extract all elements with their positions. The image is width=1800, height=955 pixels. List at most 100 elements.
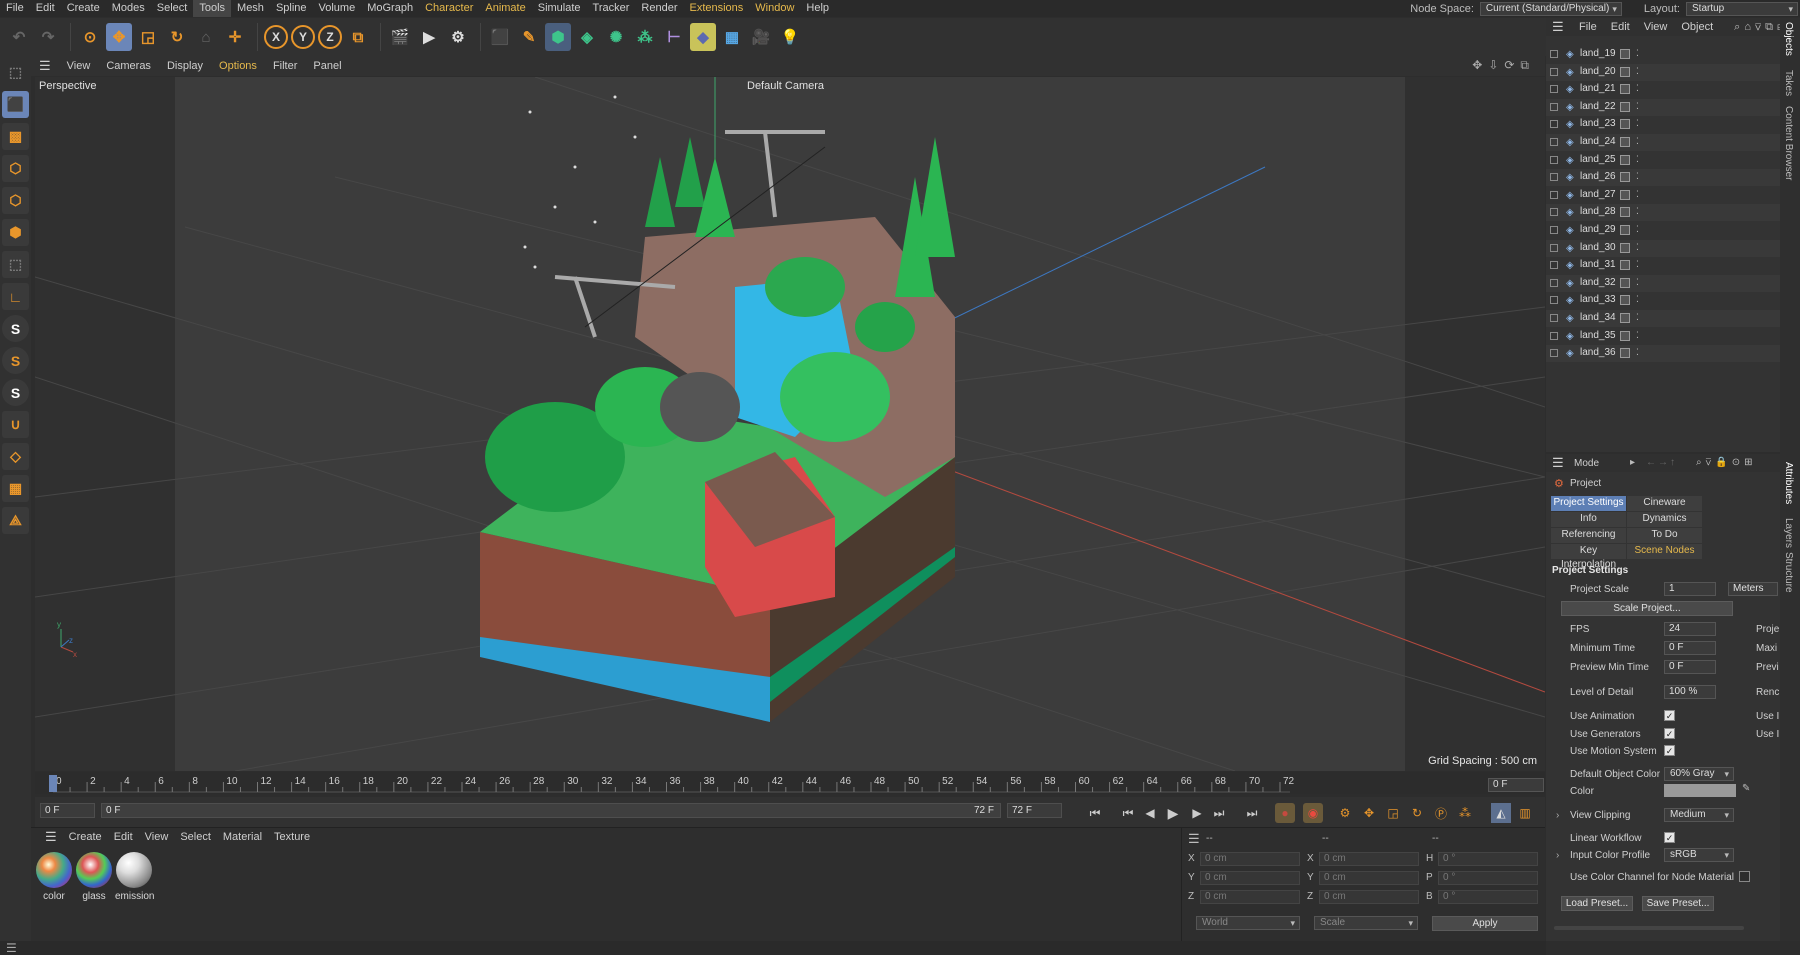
mograph-icon[interactable]: ⁂: [632, 23, 658, 51]
expand-icon[interactable]: [1550, 50, 1558, 58]
expand-icon[interactable]: [1550, 102, 1558, 111]
timeline-ruler[interactable]: 0 2 4 6 8 10 12 14 16 18 20 22 24 26 28 30 32 34 36 38 40 42 4…: [35, 772, 1545, 794]
object-menu-object[interactable]: Object: [1674, 21, 1720, 33]
layer-icon[interactable]: [1620, 242, 1630, 253]
y-axis-icon[interactable]: Y: [291, 25, 315, 49]
side-tab-content-browser[interactable]: Content Browser: [1783, 106, 1794, 180]
autokey-icon[interactable]: ●: [1275, 803, 1295, 823]
object-row[interactable]: ◈ land_21 ⁚: [1546, 81, 1780, 98]
material-hamburger-icon[interactable]: ☰: [39, 829, 63, 845]
expand-icon[interactable]: [1550, 261, 1558, 270]
locked-workplane-icon[interactable]: ▦: [2, 475, 29, 502]
floor-icon[interactable]: ▦: [719, 23, 745, 51]
coord-space-dropdown[interactable]: World: [1196, 916, 1300, 930]
layer-icon[interactable]: [1620, 348, 1630, 359]
frame-range-slider[interactable]: 0 F 72 F: [101, 803, 1001, 818]
subdivision-icon[interactable]: ⬢: [545, 23, 571, 51]
object-menu-edit[interactable]: Edit: [1604, 21, 1637, 33]
rotation-h-field[interactable]: 0 °: [1438, 852, 1538, 866]
coordinate-system-icon[interactable]: ⧉: [345, 23, 371, 51]
status-hamburger-icon[interactable]: ☰: [6, 941, 17, 955]
size-y-field[interactable]: 0 cm: [1319, 871, 1419, 885]
visibility-dots-icon[interactable]: ⁚: [1636, 136, 1639, 147]
expand-icon[interactable]: [1550, 67, 1558, 76]
expand-icon[interactable]: [1550, 349, 1558, 358]
pen-spline-icon[interactable]: ✎: [516, 23, 542, 51]
layer-icon[interactable]: [1620, 119, 1630, 130]
snap-settings-icon[interactable]: S: [2, 347, 29, 374]
attribute-mode-menu[interactable]: Mode: [1574, 458, 1599, 469]
attribute-scrollbar[interactable]: [1554, 926, 1744, 930]
motion-path-icon[interactable]: ◭: [1491, 803, 1511, 823]
record-icon[interactable]: ◉: [1303, 803, 1323, 823]
magnet-icon[interactable]: ∪: [2, 411, 29, 438]
expand-icon[interactable]: [1550, 331, 1558, 340]
tab-scene-nodes[interactable]: Scene Nodes: [1627, 544, 1702, 559]
render-region-icon[interactable]: 🎬: [387, 23, 413, 51]
visibility-dots-icon[interactable]: ⁚: [1636, 118, 1639, 129]
material-menu-texture[interactable]: Texture: [268, 831, 316, 843]
object-row[interactable]: ◈ land_23 ⁚: [1546, 116, 1780, 133]
end-frame-field[interactable]: 72 F: [1007, 803, 1062, 818]
menu-tracker[interactable]: Tracker: [587, 0, 636, 17]
coords-hamburger-icon[interactable]: ☰: [1188, 831, 1200, 847]
menu-select[interactable]: Select: [151, 0, 194, 17]
position-y-field[interactable]: 0 cm: [1200, 871, 1300, 885]
object-row[interactable]: ◈ land_22 ⁚: [1546, 98, 1780, 116]
expand-icon[interactable]: [1550, 208, 1558, 217]
default-color-dropdown[interactable]: 60% Gray: [1664, 767, 1734, 781]
keyframe-selection-icon[interactable]: ⚙: [1335, 803, 1355, 823]
redo-icon[interactable]: ↷: [35, 23, 61, 51]
object-row[interactable]: ◈ land_36 ⁚: [1546, 345, 1780, 363]
transform-tool-icon[interactable]: ⌂: [193, 23, 219, 51]
object-row[interactable]: ◈ land_24 ⁚: [1546, 134, 1780, 151]
layer-icon[interactable]: [1620, 295, 1630, 306]
rotation-b-field[interactable]: 0 °: [1438, 890, 1538, 904]
tab-dynamics[interactable]: Dynamics: [1627, 512, 1702, 527]
material-menu-select[interactable]: Select: [174, 831, 217, 843]
expand-icon[interactable]: [1550, 296, 1558, 305]
layer-icon[interactable]: [1620, 313, 1630, 323]
expand-icon[interactable]: [1550, 138, 1558, 146]
object-row[interactable]: ◈ land_35 ⁚: [1546, 328, 1780, 345]
model-mode-icon[interactable]: ⬛: [2, 91, 29, 118]
visibility-dots-icon[interactable]: ⁚: [1636, 347, 1639, 358]
view-clipping-expand-icon[interactable]: ›: [1556, 810, 1559, 821]
visibility-dots-icon[interactable]: ⁚: [1636, 48, 1639, 59]
lod-field[interactable]: 100 %: [1664, 685, 1716, 699]
x-axis-icon[interactable]: X: [264, 25, 288, 49]
menu-help[interactable]: Help: [800, 0, 835, 17]
z-axis-icon[interactable]: Z: [318, 25, 342, 49]
menu-extensions[interactable]: Extensions: [683, 0, 749, 17]
material-emission[interactable]: emission: [115, 852, 154, 902]
polygons-mode-icon[interactable]: ⬢: [2, 219, 29, 246]
visibility-dots-icon[interactable]: ⁚: [1636, 312, 1639, 323]
side-tab-takes[interactable]: Takes: [1783, 70, 1794, 96]
undo-icon[interactable]: ↶: [6, 23, 32, 51]
object-menu-file[interactable]: File: [1572, 21, 1604, 33]
render-view-icon[interactable]: ▶: [416, 23, 442, 51]
object-row[interactable]: ◈ land_34 ⁚: [1546, 310, 1780, 327]
tab-referencing[interactable]: Referencing: [1551, 528, 1626, 543]
field-icon[interactable]: ◆: [690, 23, 716, 51]
visibility-dots-icon[interactable]: ⁚: [1636, 101, 1639, 112]
rotate-tool-icon[interactable]: ↻: [164, 23, 190, 51]
layer-icon[interactable]: [1620, 260, 1630, 271]
material-glass[interactable]: glass: [75, 852, 113, 902]
menu-render[interactable]: Render: [635, 0, 683, 17]
render-settings-icon[interactable]: ⚙: [445, 23, 471, 51]
input-profile-dropdown[interactable]: sRGB: [1664, 848, 1734, 862]
size-z-field[interactable]: 0 cm: [1319, 890, 1419, 904]
fps-field[interactable]: 24: [1664, 622, 1716, 636]
texture-mode-icon[interactable]: ▩: [2, 123, 29, 150]
play-icon[interactable]: ▶: [1163, 803, 1183, 823]
layer-icon[interactable]: [1620, 137, 1630, 147]
playhead[interactable]: [49, 775, 57, 792]
side-tab-objects[interactable]: Objects: [1783, 22, 1794, 56]
layout-dropdown[interactable]: Startup: [1686, 1, 1798, 16]
viewport-hamburger-icon[interactable]: ☰: [31, 58, 59, 74]
input-profile-expand-icon[interactable]: ›: [1556, 850, 1559, 861]
mode-arrow-icon[interactable]: ▸: [1630, 457, 1635, 468]
position-x-field[interactable]: 0 cm: [1200, 852, 1300, 866]
material-menu-edit[interactable]: Edit: [108, 831, 139, 843]
